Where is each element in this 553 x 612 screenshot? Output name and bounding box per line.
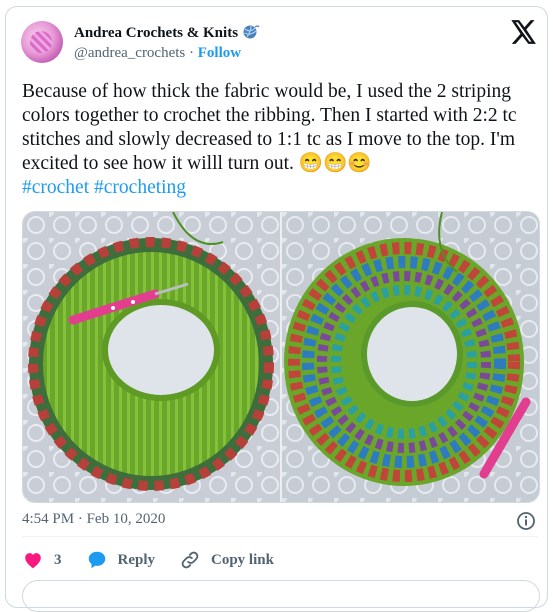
divider (22, 536, 538, 537)
hashtags: #crochet #crocheting (22, 176, 186, 200)
copy-link-button[interactable]: Copy link (179, 549, 274, 571)
speech-bubble-icon (88, 551, 105, 569)
x-logo-icon[interactable] (511, 20, 537, 44)
link-icon (181, 551, 199, 569)
author-name-text: Andrea Crochets & Knits (74, 25, 239, 41)
photo-left[interactable] (23, 212, 280, 502)
heart-icon (25, 553, 41, 569)
timestamp[interactable]: 4:54 PM · Feb 10, 2020 (22, 511, 165, 528)
copy-link-label: Copy link (211, 551, 274, 568)
tweet-text: Because of how thick the fabric would be… (22, 81, 517, 174)
avatar[interactable] (21, 21, 63, 63)
media-grid (22, 211, 540, 503)
photo-right[interactable] (282, 212, 539, 502)
reply-button[interactable]: Reply (86, 549, 156, 571)
info-icon[interactable] (516, 511, 536, 531)
separator-dot: · (189, 45, 195, 61)
hashtag-crochet[interactable]: #crochet (22, 177, 89, 198)
author-handle-row: @andrea_crochets · Follow (74, 45, 241, 62)
read-replies-button[interactable] (22, 580, 540, 612)
follow-button[interactable]: Follow (198, 45, 241, 61)
like-count: 3 (54, 551, 62, 568)
reply-label: Reply (117, 551, 156, 568)
like-button[interactable]: 3 (22, 549, 62, 571)
action-bar: 3 Reply Copy link (22, 548, 298, 572)
author-handle[interactable]: @andrea_crochets (74, 45, 185, 61)
yarn-ball-icon (243, 25, 260, 39)
author-name[interactable]: Andrea Crochets & Knits (74, 23, 260, 42)
hashtag-crocheting[interactable]: #crocheting (94, 177, 186, 198)
